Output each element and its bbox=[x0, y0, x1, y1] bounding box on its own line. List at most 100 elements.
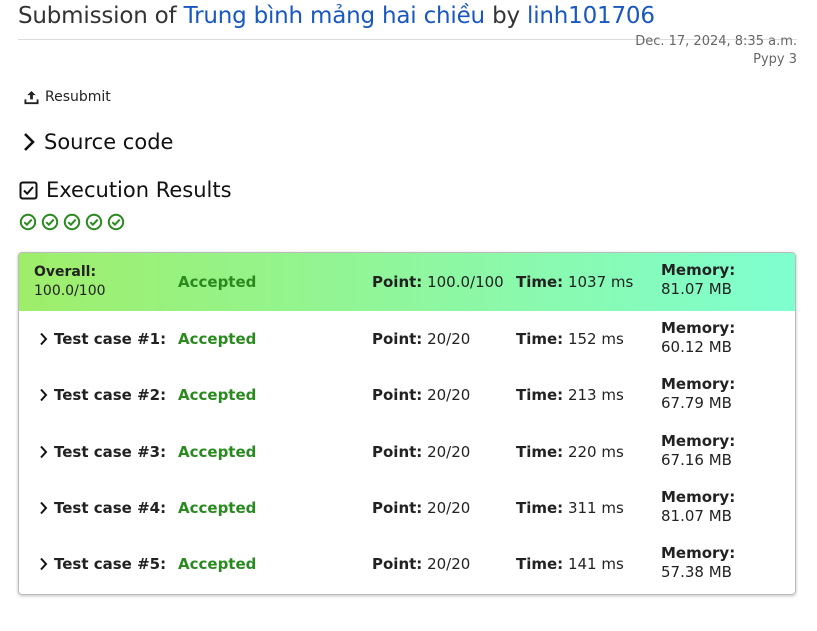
test-case-memory: Memory: 60.12 MB bbox=[661, 311, 735, 367]
test-case-point: Point: 20/20 bbox=[372, 480, 470, 536]
test-case-status: Accepted bbox=[178, 386, 257, 405]
test-case-row: Test case #5: Accepted Point: 20/20 Time: 1… bbox=[19, 536, 795, 592]
test-case-memory-value: 67.16 MB bbox=[661, 450, 732, 469]
check-circle-icon bbox=[19, 213, 37, 231]
test-case-name: Test case #1: bbox=[54, 330, 167, 348]
time-label: Time: bbox=[516, 273, 564, 291]
source-code-toggle[interactable]: Source code bbox=[22, 130, 173, 154]
overall-score: 100.0/100 bbox=[34, 283, 106, 299]
chevron-right-icon bbox=[40, 558, 48, 571]
title-prefix: Submission of bbox=[18, 3, 177, 29]
test-case-toggle[interactable]: Test case #5: bbox=[39, 536, 166, 592]
test-case-point: Point: 20/20 bbox=[372, 311, 470, 367]
test-case-point-value: 20/20 bbox=[427, 330, 471, 348]
test-case-name: Test case #3: bbox=[54, 442, 167, 461]
memory-label: Memory: bbox=[661, 261, 736, 279]
user-link[interactable]: linh101706 bbox=[527, 3, 655, 29]
upload-icon bbox=[24, 90, 39, 104]
test-case-time: Time: 213 ms bbox=[516, 367, 624, 423]
test-case-name: Test case #4: bbox=[54, 498, 167, 517]
test-case-time-value: 213 ms bbox=[567, 386, 624, 405]
title-by: by bbox=[492, 3, 520, 29]
time-label: Time: bbox=[516, 330, 564, 348]
test-case-row: Test case #1: Accepted Point: 20/20 Time: 1… bbox=[19, 311, 795, 367]
test-case-time: Time: 220 ms bbox=[516, 424, 624, 480]
test-case-memory: Memory: 57.38 MB bbox=[661, 536, 735, 592]
test-case-memory: Memory: 67.79 MB bbox=[661, 367, 735, 423]
test-case-point-value: 20/20 bbox=[427, 498, 471, 517]
chevron-right-icon bbox=[40, 332, 48, 346]
submission-date: Dec. 17, 2024, 8:35 a.m. bbox=[635, 34, 797, 49]
point-label: Point: bbox=[372, 330, 423, 348]
check-circle-icon bbox=[85, 213, 103, 231]
test-case-status: Accepted bbox=[178, 330, 257, 348]
overall-point-value: 100.0/100 bbox=[427, 273, 504, 291]
results-table: Overall: 100.0/100 Accepted Point: 100.0… bbox=[18, 252, 796, 595]
chevron-right-icon bbox=[40, 389, 48, 402]
page-title: Submission of Trung bình mảng hai chiều … bbox=[18, 3, 655, 29]
test-case-row: Test case #3: Accepted Point: 20/20 Time: 2… bbox=[19, 424, 795, 480]
test-case-time-value: 220 ms bbox=[567, 442, 624, 461]
test-case-toggle[interactable]: Test case #1: bbox=[39, 311, 166, 367]
overall-point: Point: 100.0/100 bbox=[372, 253, 504, 311]
test-case-memory: Memory: 81.07 MB bbox=[661, 480, 735, 536]
test-case-memory-value: 60.12 MB bbox=[661, 338, 732, 356]
chevron-right-icon bbox=[40, 501, 48, 515]
test-case-point: Point: 20/20 bbox=[372, 367, 470, 423]
test-case-memory-value: 81.07 MB bbox=[661, 506, 732, 525]
overall-time-value: 1037 ms bbox=[567, 273, 634, 291]
test-case-point-value: 20/20 bbox=[427, 442, 471, 461]
chevron-right-icon bbox=[40, 445, 48, 458]
test-case-toggle[interactable]: Test case #2: bbox=[39, 367, 166, 423]
test-case-memory: Memory: 67.16 MB bbox=[661, 424, 735, 480]
source-code-heading: Source code bbox=[44, 130, 174, 154]
checkbox-checked-icon bbox=[19, 181, 38, 199]
check-circle-icon bbox=[63, 213, 81, 231]
test-case-time-value: 152 ms bbox=[567, 330, 624, 348]
memory-label: Memory: bbox=[661, 487, 736, 506]
submission-language: Pypy 3 bbox=[753, 52, 797, 67]
point-label: Point: bbox=[372, 442, 423, 461]
resubmit-label: Resubmit bbox=[45, 89, 111, 105]
problem-link[interactable]: Trung bình mảng hai chiều bbox=[184, 3, 486, 29]
time-label: Time: bbox=[516, 555, 564, 574]
overall-row: Overall: 100.0/100 Accepted Point: 100.0… bbox=[19, 253, 795, 311]
test-case-toggle[interactable]: Test case #3: bbox=[39, 424, 166, 480]
check-circle-icon bbox=[107, 213, 125, 231]
overall-status: Accepted bbox=[178, 273, 257, 291]
test-case-status: Accepted bbox=[178, 555, 257, 574]
execution-results-heading: Execution Results bbox=[19, 178, 232, 202]
memory-label: Memory: bbox=[661, 319, 736, 337]
test-case-point-value: 20/20 bbox=[427, 386, 471, 405]
test-case-name: Test case #5: bbox=[54, 555, 167, 574]
test-case-time: Time: 152 ms bbox=[516, 311, 624, 367]
test-case-memory-value: 67.79 MB bbox=[661, 394, 732, 413]
test-case-point: Point: 20/20 bbox=[372, 424, 470, 480]
check-circle-icon bbox=[41, 213, 59, 231]
test-case-time: Time: 141 ms bbox=[516, 536, 624, 592]
test-case-time-value: 311 ms bbox=[567, 498, 624, 517]
overall-label: Overall: bbox=[34, 264, 97, 280]
overall-memory-value: 81.07 MB bbox=[661, 280, 732, 298]
test-case-row: Test case #4: Accepted Point: 20/20 Time: 3… bbox=[19, 480, 795, 536]
resubmit-button[interactable]: Resubmit bbox=[24, 89, 111, 105]
test-case-toggle[interactable]: Test case #4: bbox=[39, 480, 166, 536]
test-case-status: Accepted bbox=[178, 498, 257, 517]
test-case-point-value: 20/20 bbox=[427, 555, 471, 574]
point-label: Point: bbox=[372, 273, 423, 291]
case-status-icons bbox=[19, 213, 125, 231]
point-label: Point: bbox=[372, 386, 423, 405]
memory-label: Memory: bbox=[661, 375, 736, 394]
point-label: Point: bbox=[372, 498, 423, 517]
overall-time: Time: 1037 ms bbox=[516, 253, 633, 311]
chevron-right-icon bbox=[24, 133, 35, 151]
point-label: Point: bbox=[372, 555, 423, 574]
test-case-time-value: 141 ms bbox=[567, 555, 624, 574]
test-case-memory-value: 57.38 MB bbox=[661, 563, 732, 582]
memory-label: Memory: bbox=[661, 544, 736, 563]
test-case-time: Time: 311 ms bbox=[516, 480, 624, 536]
test-case-name: Test case #2: bbox=[54, 386, 167, 405]
submission-meta: Dec. 17, 2024, 8:35 a.m. Pypy 3 bbox=[635, 33, 797, 69]
memory-label: Memory: bbox=[661, 431, 736, 450]
test-case-status: Accepted bbox=[178, 442, 257, 461]
